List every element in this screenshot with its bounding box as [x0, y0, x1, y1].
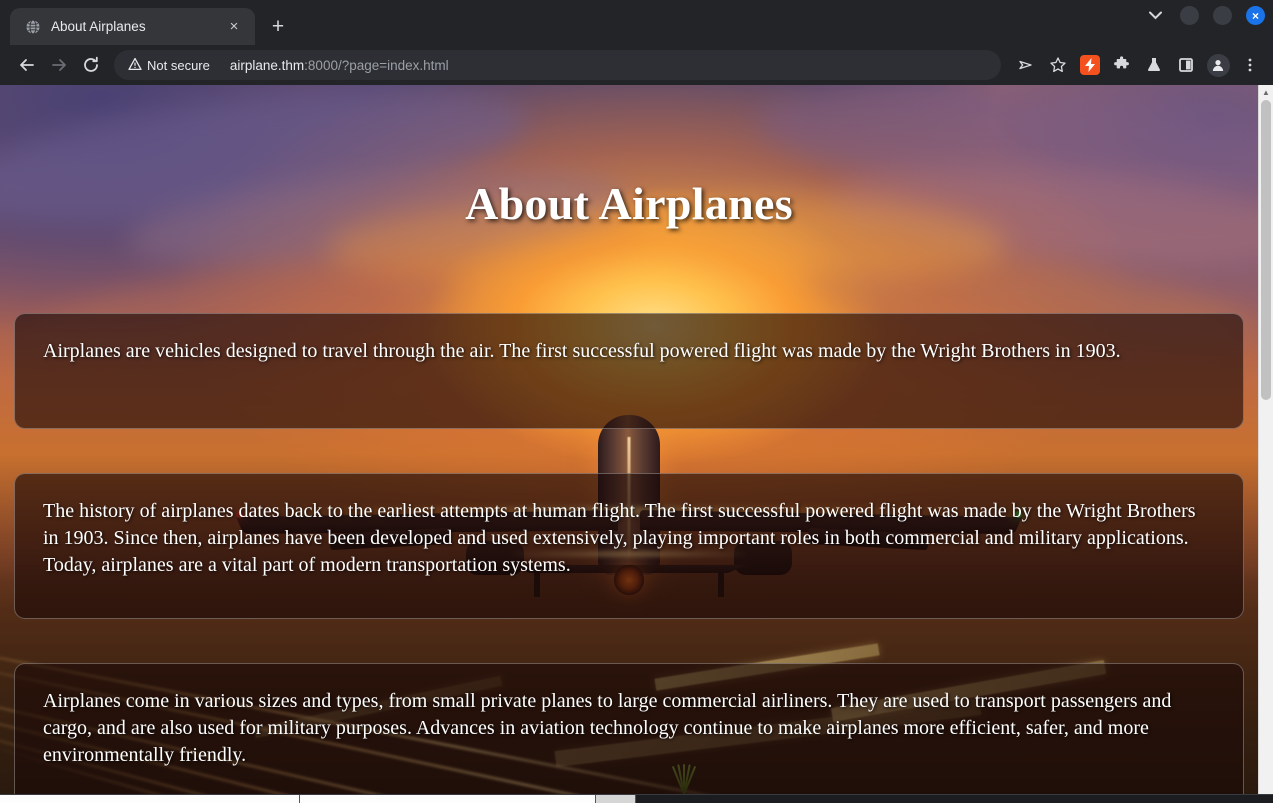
- reload-button[interactable]: [76, 50, 106, 80]
- new-tab-button[interactable]: +: [263, 11, 293, 41]
- globe-icon: [24, 18, 41, 35]
- bookmark-star-icon[interactable]: [1043, 50, 1073, 80]
- tab-about-airplanes[interactable]: About Airplanes ×: [10, 8, 255, 45]
- back-button[interactable]: [12, 50, 42, 80]
- maximize-button[interactable]: [1213, 6, 1232, 25]
- content-block: The history of airplanes dates back to t…: [14, 473, 1244, 619]
- tab-close-icon[interactable]: ×: [223, 16, 245, 38]
- scrollbar-thumb[interactable]: [1261, 100, 1271, 400]
- avatar: [1206, 53, 1230, 77]
- bolt-glyph: [1080, 55, 1100, 75]
- chevron-down-icon[interactable]: [1144, 11, 1166, 20]
- flask-icon[interactable]: [1139, 50, 1169, 80]
- content-block: Airplanes are vehicles designed to trave…: [14, 313, 1244, 429]
- extension-bolt-icon[interactable]: [1075, 50, 1105, 80]
- browser-toolbar: Not secure airplane.thm:8000/?page=index…: [0, 45, 1273, 85]
- taskbar-item[interactable]: [596, 795, 636, 803]
- window-controls: ×: [1144, 6, 1273, 25]
- toolbar-icons: [1011, 50, 1265, 80]
- content-block: Airplanes come in various sizes and type…: [14, 663, 1244, 794]
- share-icon[interactable]: [1011, 50, 1041, 80]
- tab-title: About Airplanes: [51, 19, 146, 34]
- close-window-button[interactable]: ×: [1246, 6, 1265, 25]
- scrollbar-up-arrow[interactable]: ▲: [1259, 85, 1273, 100]
- page-scrollbar[interactable]: ▲: [1258, 85, 1273, 794]
- tab-strip: About Airplanes × + ×: [0, 0, 1273, 45]
- page-viewport: About Airplanes Airplanes are vehicles d…: [0, 85, 1273, 794]
- taskbar-item[interactable]: [0, 795, 300, 803]
- taskbar-item[interactable]: [300, 795, 596, 803]
- url-host: airplane.thm: [229, 57, 305, 73]
- web-page: About Airplanes Airplanes are vehicles d…: [0, 85, 1258, 794]
- url-text[interactable]: airplane.thm:8000/?page=index.html: [230, 58, 449, 73]
- taskbar-empty: [636, 795, 1273, 803]
- address-bar[interactable]: Not secure airplane.thm:8000/?page=index…: [114, 50, 1001, 80]
- not-secure-indicator[interactable]: Not secure: [120, 54, 220, 77]
- url-path: :8000/?page=index.html: [304, 57, 449, 73]
- split-screen-icon[interactable]: [1171, 50, 1201, 80]
- minimize-button[interactable]: [1180, 6, 1199, 25]
- extensions-puzzle-icon[interactable]: [1107, 50, 1137, 80]
- not-secure-label: Not secure: [147, 57, 210, 73]
- warning-triangle-icon: [128, 57, 142, 74]
- browser-menu-icon[interactable]: [1235, 50, 1265, 80]
- browser-window: About Airplanes × + × Not secure airplan…: [0, 0, 1273, 803]
- forward-button[interactable]: [44, 50, 74, 80]
- os-taskbar: [0, 794, 1273, 803]
- profile-avatar[interactable]: [1203, 50, 1233, 80]
- page-title: About Airplanes: [465, 178, 793, 229]
